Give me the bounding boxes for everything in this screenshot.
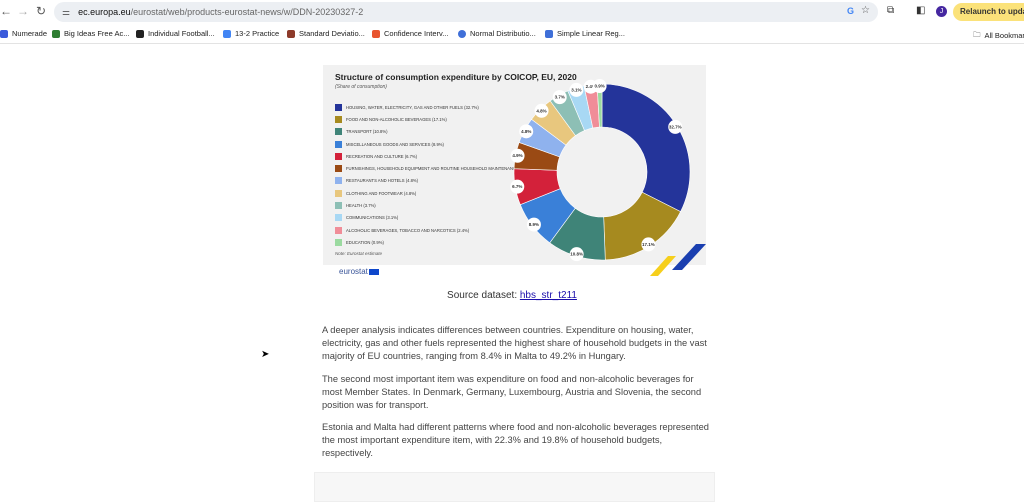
bookmark-linear-reg[interactable]: Simple Linear Reg... — [545, 29, 625, 38]
bookmark-icon — [372, 30, 380, 38]
data-label: 3.7% — [555, 95, 565, 100]
all-bookmarks-label: All Bookmarks — [985, 31, 1024, 40]
bookmark-star-icon[interactable]: ☆ — [861, 5, 870, 16]
decor-blue-stripe — [672, 244, 706, 270]
legend-label: MISCELLANEOUS GOODS AND SERVICES (8.9%) — [346, 142, 444, 147]
google-icon — [223, 30, 231, 38]
paragraph: A deeper analysis indicates differences … — [322, 324, 712, 364]
all-bookmarks[interactable]: 🗀 All Bookmarks — [973, 29, 1024, 42]
side-panel-icon[interactable]: ◧ — [916, 5, 925, 16]
data-label: 4.9% — [512, 153, 522, 158]
legend-label: HOUSING, WATER, ELECTRICITY, GAS AND OTH… — [346, 105, 479, 110]
donut-chart: 32.7% 17.1% 10.8% 8.9% 6.7% 4.9% 4.8% 4.8% 3.7% 3… — [500, 70, 710, 280]
bookmark-big-ideas[interactable]: Big Ideas Free Ac... — [52, 29, 129, 38]
donut-slice — [602, 84, 690, 212]
forward-icon[interactable]: → — [17, 4, 29, 18]
data-label: 8.9% — [529, 222, 539, 227]
legend-swatch — [335, 141, 342, 148]
browser-toolbar: ← → ↻ ⚌ ec.europa.eu/eurostat/web/produc… — [0, 0, 1024, 24]
legend-swatch — [335, 104, 342, 111]
bookmark-label: Confidence Interv... — [384, 29, 448, 38]
bookmark-icon — [287, 30, 295, 38]
reload-icon[interactable]: ↻ — [36, 4, 46, 18]
chart-note: Note: Eurostat estimate — [335, 251, 382, 256]
bookmark-label: Numerade — [12, 29, 47, 38]
data-label: 4.8% — [521, 129, 531, 134]
chart-subtitle: (Share of consumption) — [335, 84, 387, 90]
bookmark-icon — [136, 30, 144, 38]
bookmark-numerade[interactable]: Numerade — [0, 29, 47, 38]
decor-yellow-stripe — [650, 256, 676, 276]
bookmark-icon — [52, 30, 60, 38]
content-box — [314, 472, 715, 502]
legend-swatch — [335, 128, 342, 135]
legend-label: RECREATION AND CULTURE (6.7%) — [346, 154, 417, 159]
bookmark-football[interactable]: Individual Football... — [136, 29, 215, 38]
legend-swatch — [335, 153, 342, 160]
bookmark-label: Simple Linear Reg... — [557, 29, 625, 38]
address-bar[interactable]: ⚌ ec.europa.eu/eurostat/web/products-eur… — [54, 2, 878, 22]
url-path: /eurostat/web/products-eurostat-news/w/D… — [131, 7, 364, 17]
data-label: 17.1% — [642, 242, 655, 247]
logo-text: eurostat — [339, 267, 368, 276]
data-label: 4.8% — [536, 108, 546, 113]
legend-label: TRANSPORT (10.8%) — [346, 129, 388, 134]
data-label: 10.8% — [570, 252, 583, 257]
legend-label: COMMUNICATIONS (3.1%) — [346, 215, 398, 220]
legend-label: HEALTH (3.7%) — [346, 203, 376, 208]
eurostat-logo: eurostat — [339, 267, 379, 276]
legend-label: EDUCATION (0.9%) — [346, 240, 384, 245]
bookmark-label: Standard Deviatio... — [299, 29, 365, 38]
legend-label: CLOTHING AND FOOTWEAR (4.8%) — [346, 191, 416, 196]
google-lens-icon[interactable]: G — [847, 6, 854, 16]
relaunch-button[interactable]: Relaunch to update — [953, 3, 1024, 21]
bookmark-label: Individual Football... — [148, 29, 215, 38]
bookmark-confidence[interactable]: Confidence Interv... — [372, 29, 448, 38]
source-prefix: Source dataset: — [447, 290, 520, 301]
bookmark-icon — [458, 30, 466, 38]
data-label: 32.7% — [669, 124, 682, 129]
source-dataset-link[interactable]: hbs_str_t211 — [520, 290, 577, 301]
back-icon[interactable]: ← — [0, 4, 12, 18]
url-host: ec.europa.eu — [78, 7, 131, 17]
folder-icon: 🗀 — [973, 29, 981, 42]
bookmark-normal[interactable]: Normal Distributio... — [458, 29, 536, 38]
numerade-icon — [0, 30, 8, 38]
avatar[interactable]: J — [936, 6, 947, 17]
site-info-icon[interactable]: ⚌ — [62, 7, 70, 18]
legend-swatch — [335, 177, 342, 184]
legend-swatch — [335, 165, 342, 172]
data-label: 0.9% — [594, 84, 604, 89]
legend-swatch — [335, 239, 342, 246]
legend-label: RESTAURANTS AND HOTELS (4.8%) — [346, 178, 418, 183]
bookmark-label: Big Ideas Free Ac... — [64, 29, 129, 38]
legend-swatch — [335, 214, 342, 221]
bookmark-13-2[interactable]: 13-2 Practice — [223, 29, 279, 38]
legend-swatch — [335, 202, 342, 209]
paragraph: Estonia and Malta had different patterns… — [322, 421, 712, 461]
mouse-cursor-icon: ➤ — [261, 349, 269, 360]
source-line: Source dataset: hbs_str_t211 — [0, 290, 1024, 301]
bookmark-label: 13-2 Practice — [235, 29, 279, 38]
legend-label: FOOD AND NON-ALCOHOLIC BEVERAGES (17.1%) — [346, 117, 447, 122]
paragraph: The second most important item was expen… — [322, 373, 712, 413]
bookmark-label: Normal Distributio... — [470, 29, 536, 38]
data-label: 3.1% — [571, 87, 581, 92]
bookmarks-bar: Numerade Big Ideas Free Ac... Individual… — [0, 24, 1024, 44]
legend-swatch — [335, 190, 342, 197]
extensions-icon[interactable]: ⧉ — [887, 5, 894, 16]
legend-label: ALCOHOLIC BEVERAGES, TOBACCO AND NARCOTI… — [346, 228, 469, 233]
legend-swatch — [335, 116, 342, 123]
bookmark-std-dev[interactable]: Standard Deviatio... — [287, 29, 365, 38]
bookmark-icon — [545, 30, 553, 38]
legend-swatch — [335, 227, 342, 234]
data-label: 6.7% — [512, 184, 522, 189]
